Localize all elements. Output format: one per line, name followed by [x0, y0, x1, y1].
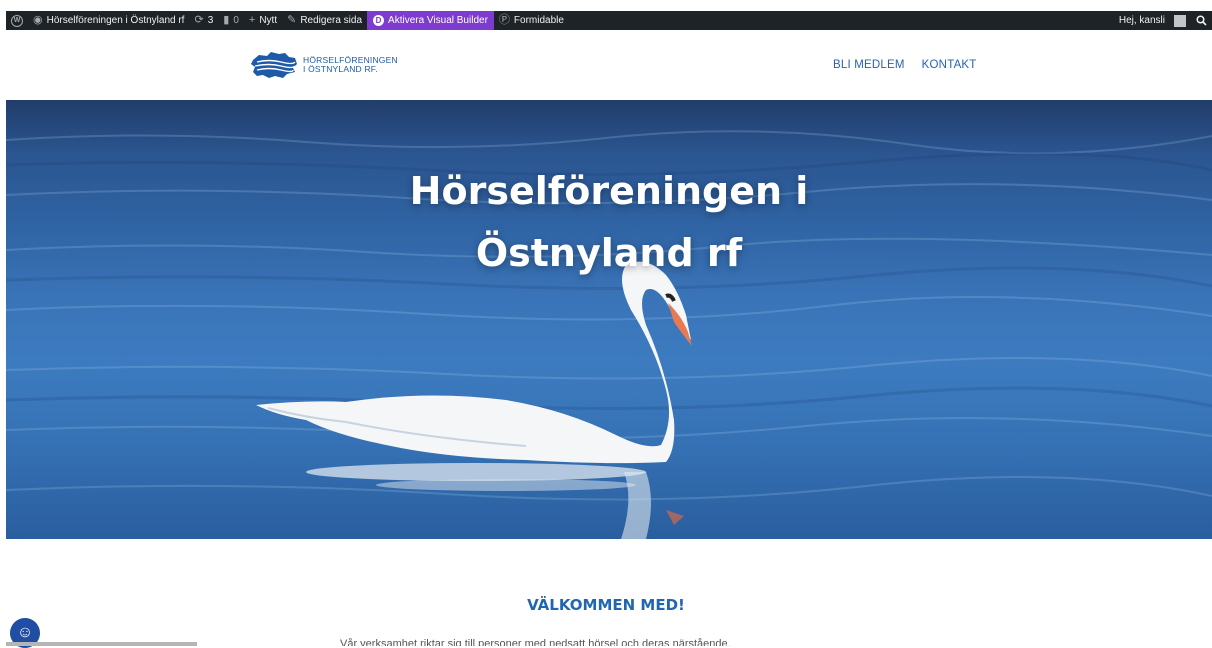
admin-bar: W ◉ Hörselföreningen i Östnyland rf ⟳ 3 … [6, 11, 1212, 30]
region-map-logo-icon [251, 52, 297, 78]
logo-line2: I ÖSTNYLAND RF. [303, 64, 378, 74]
comments-link[interactable]: ▮ 0 [218, 11, 244, 30]
new-label: Nytt [259, 15, 278, 26]
nav-bli-medlem[interactable]: BLI MEDLEM [833, 59, 905, 71]
intro-text: Vår verksamhet riktar sig till personer … [340, 638, 731, 646]
plus-icon: + [248, 14, 256, 26]
comments-count: 0 [233, 15, 239, 26]
formidable-label: Formidable [513, 15, 564, 26]
visual-builder-button[interactable]: D Aktivera Visual Builder [367, 11, 494, 30]
site-name: Hörselföreningen i Östnyland rf [46, 15, 185, 26]
updates-link[interactable]: ⟳ 3 [189, 11, 218, 30]
dashboard-icon: ◉ [33, 14, 43, 26]
hero-title-line1: Hörselföreningen i [409, 169, 809, 213]
site-name-link[interactable]: ◉ Hörselföreningen i Östnyland rf [28, 11, 189, 30]
formidable-icon: Ⓟ [498, 14, 510, 26]
updates-count: 3 [207, 15, 214, 26]
comment-icon: ▮ [223, 14, 230, 26]
hero-banner: Hörselföreningen i Östnyland rf [6, 100, 1212, 539]
site-logo[interactable]: HÖRSELFÖRENINGEN I ÖSTNYLAND RF. [249, 50, 398, 80]
nav-kontakt[interactable]: KONTAKT [922, 59, 977, 71]
visual-builder-label: Aktivera Visual Builder [388, 15, 488, 26]
greeting: Hej, kansli [1118, 15, 1165, 26]
search-button[interactable] [1191, 11, 1212, 30]
hero-title: Hörselföreningen i Östnyland rf [6, 160, 1212, 284]
divi-icon: D [373, 15, 385, 26]
updates-icon: ⟳ [194, 14, 204, 26]
welcome-heading: VÄLKOMMEN MED! [527, 596, 685, 614]
new-content-link[interactable]: + Nytt [244, 11, 282, 30]
main-nav: BLI MEDLEM KONTAKT [833, 59, 977, 71]
wordpress-logo-icon: W [11, 14, 23, 27]
edit-label: Redigera sida [300, 15, 363, 26]
site-header: HÖRSELFÖRENINGEN I ÖSTNYLAND RF. BLI MED… [6, 30, 1212, 100]
bottom-scrollbar[interactable] [6, 642, 197, 646]
pencil-icon: ✎ [287, 14, 297, 26]
wordpress-menu[interactable]: W [6, 11, 28, 30]
edit-page-link[interactable]: ✎ Redigera sida [282, 11, 367, 30]
formidable-link[interactable]: Ⓟ Formidable [494, 11, 569, 30]
accessibility-icon: ☺ [16, 624, 34, 641]
avatar [1174, 14, 1186, 27]
account-menu[interactable]: Hej, kansli [1114, 11, 1191, 30]
hero-title-line2: Östnyland rf [475, 231, 743, 275]
search-icon [1196, 15, 1207, 26]
